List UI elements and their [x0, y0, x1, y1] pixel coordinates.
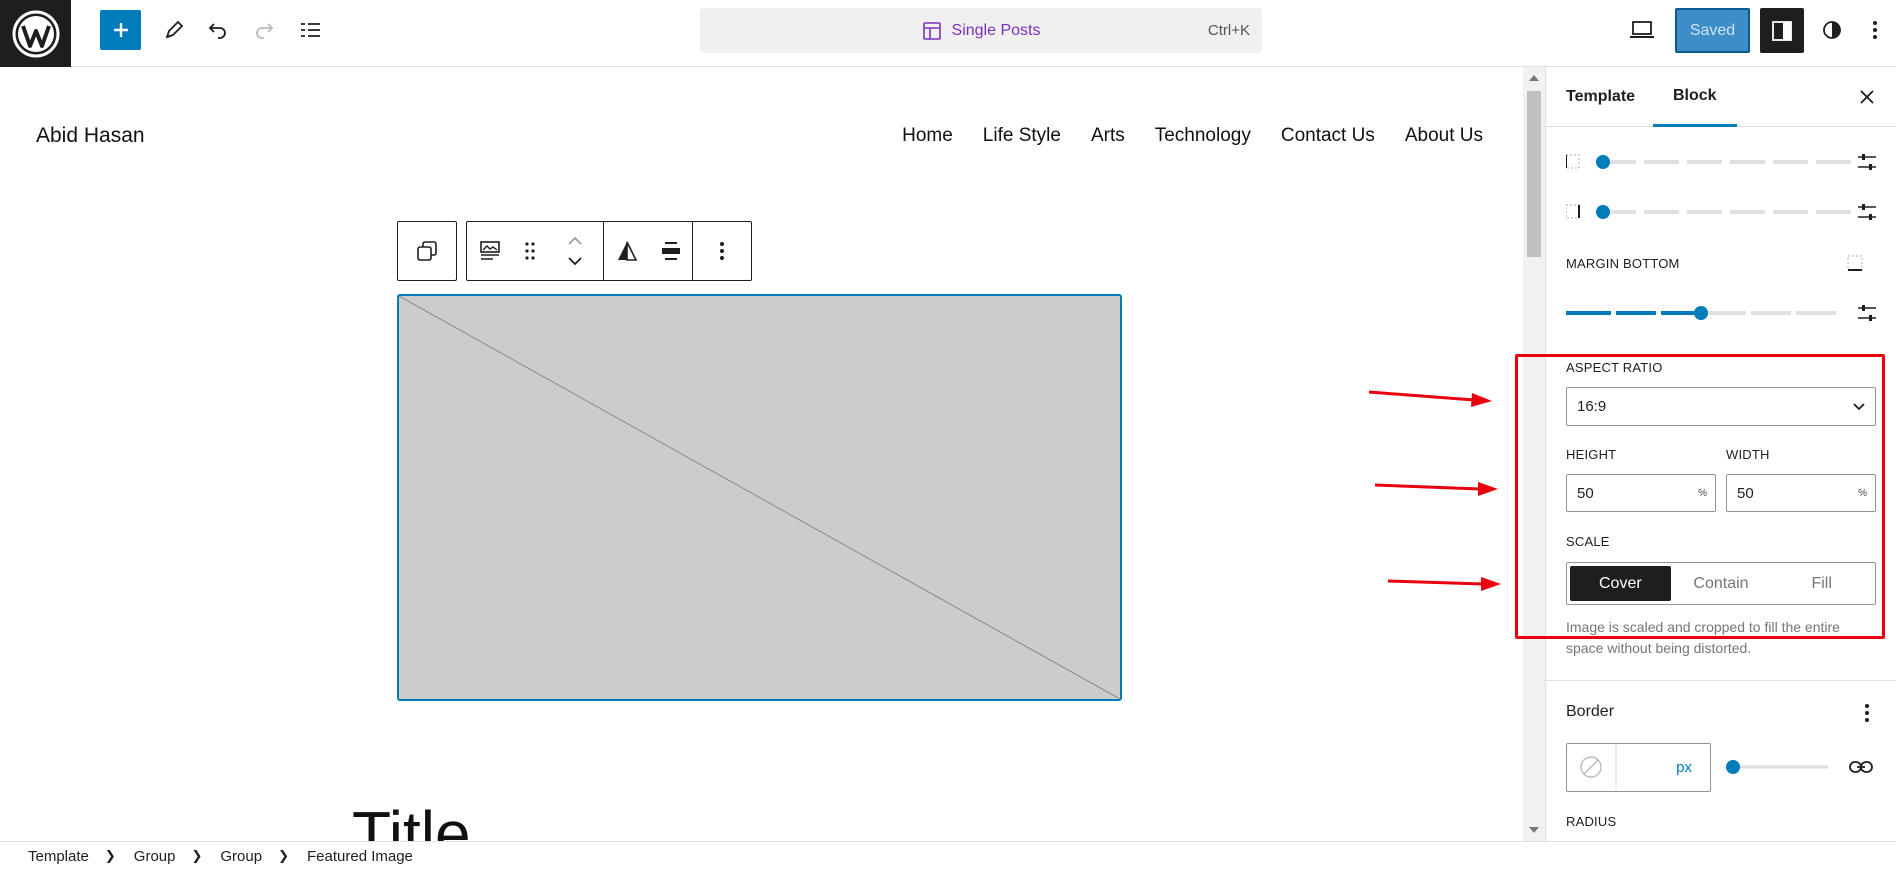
annotation-arrow-icon — [1368, 390, 1492, 407]
settings-toggle-button[interactable] — [1760, 8, 1804, 53]
height-input[interactable]: 50 % — [1566, 474, 1716, 512]
unlink-sides-icon[interactable] — [1846, 254, 1864, 272]
styles-contrast-icon[interactable] — [1812, 10, 1852, 50]
margin-bottom-slider[interactable] — [1566, 302, 1876, 324]
align-icon[interactable] — [650, 222, 692, 280]
height-value: 50 — [1577, 484, 1594, 502]
height-unit: % — [1698, 488, 1707, 499]
block-options-icon[interactable] — [693, 222, 751, 280]
scale-option-cover[interactable]: Cover — [1570, 566, 1671, 601]
margin-right-slider[interactable] — [1565, 201, 1876, 223]
aspect-ratio-value: 16:9 — [1577, 398, 1607, 415]
border-width-input[interactable]: px — [1566, 743, 1711, 792]
document-overview-icon[interactable] — [290, 10, 330, 50]
border-unit[interactable]: px — [1676, 759, 1692, 776]
margin-bottom-label: MARGIN BOTTOM — [1566, 256, 1680, 271]
width-value: 50 — [1737, 484, 1754, 502]
nav-item-about-us[interactable]: About Us — [1405, 125, 1483, 147]
scale-option-contain[interactable]: Contain — [1671, 566, 1772, 601]
command-title-text: Single Posts — [951, 21, 1041, 39]
tab-template[interactable]: Template — [1566, 67, 1635, 127]
height-label: HEIGHT — [1566, 447, 1617, 462]
saved-button[interactable]: Saved — [1675, 8, 1750, 53]
site-navigation: Home Life Style Arts Technology Contact … — [902, 125, 1483, 147]
sidebar-icon — [1772, 20, 1792, 41]
block-breadcrumb: Template ❯ Group ❯ Group ❯ Featured Imag… — [0, 841, 1896, 870]
pencil-tool-icon[interactable] — [154, 10, 194, 50]
breadcrumb-item-template[interactable]: Template — [28, 848, 89, 865]
add-block-button[interactable] — [100, 10, 141, 50]
drag-handle-icon[interactable] — [513, 222, 547, 280]
sidebar-tabs: Template Block — [1546, 67, 1896, 127]
chevron-right-icon: ❯ — [104, 848, 116, 863]
undo-icon[interactable] — [198, 10, 238, 50]
scroll-down-icon[interactable] — [1529, 827, 1539, 833]
post-title[interactable]: Title — [352, 797, 471, 841]
chevron-down-icon — [1853, 403, 1865, 411]
breadcrumb-item-group[interactable]: Group — [134, 848, 176, 865]
editor-canvas[interactable]: Abid Hasan Home Life Style Arts Technolo… — [0, 67, 1523, 841]
margin-left-slider[interactable] — [1565, 151, 1876, 173]
scroll-thumb[interactable] — [1527, 91, 1541, 257]
scroll-up-icon[interactable] — [1529, 75, 1539, 81]
editor-top-bar: Single Posts Ctrl+K Saved — [0, 0, 1896, 67]
more-options-icon[interactable] — [1860, 10, 1890, 50]
move-up-down-control[interactable] — [547, 222, 603, 280]
placeholder-diagonal — [399, 296, 1120, 699]
scale-label: SCALE — [1566, 534, 1610, 549]
chevron-up-icon[interactable] — [567, 236, 583, 246]
close-icon[interactable] — [1855, 85, 1879, 109]
chevron-right-icon: ❯ — [278, 848, 289, 863]
nav-item-home[interactable]: Home — [902, 125, 953, 147]
annotation-arrow-icon — [1387, 577, 1501, 591]
aspect-ratio-select[interactable]: 16:9 — [1566, 387, 1876, 426]
scale-option-fill[interactable]: Fill — [1771, 566, 1872, 601]
chevron-right-icon: ❯ — [191, 848, 203, 863]
width-unit: % — [1858, 488, 1867, 499]
wordpress-logo-icon[interactable] — [0, 0, 71, 67]
featured-image-block-icon[interactable] — [467, 222, 513, 280]
panel-divider — [1546, 680, 1896, 681]
nav-item-technology[interactable]: Technology — [1155, 125, 1251, 147]
select-parent-icon[interactable] — [398, 222, 456, 280]
aspect-ratio-label: ASPECT RATIO — [1566, 360, 1663, 375]
block-controls-group — [466, 221, 752, 281]
link-icon[interactable] — [1848, 755, 1874, 779]
duotone-filter-icon[interactable] — [604, 222, 650, 280]
device-preview-icon[interactable] — [1622, 10, 1662, 50]
chevron-down-icon[interactable] — [567, 256, 583, 266]
parent-block-group — [397, 221, 457, 281]
border-color-swatch-icon[interactable] — [1567, 744, 1617, 791]
template-icon — [922, 21, 941, 40]
nav-item-contact-us[interactable]: Contact Us — [1281, 125, 1375, 147]
breadcrumb-item-group-inner[interactable]: Group — [220, 848, 262, 865]
border-width-slider[interactable] — [1726, 755, 1831, 779]
radius-label: RADIUS — [1566, 814, 1617, 829]
tab-block[interactable]: Block — [1653, 67, 1737, 127]
width-label: WIDTH — [1726, 447, 1770, 462]
block-toolbar — [397, 221, 752, 281]
featured-image-placeholder[interactable] — [397, 294, 1122, 701]
scale-toggle-group: Cover Contain Fill — [1566, 562, 1876, 605]
command-title: Single Posts — [922, 21, 1041, 41]
command-palette-bar[interactable]: Single Posts Ctrl+K — [700, 8, 1262, 53]
annotation-arrow-icon — [1374, 482, 1498, 496]
canvas-scrollbar[interactable] — [1523, 67, 1545, 841]
site-title[interactable]: Abid Hasan — [36, 124, 145, 148]
width-input[interactable]: 50 % — [1726, 474, 1876, 512]
nav-item-arts[interactable]: Arts — [1091, 125, 1125, 147]
command-shortcut: Ctrl+K — [1207, 22, 1250, 39]
scale-help-text: Image is scaled and cropped to fill the … — [1566, 619, 1840, 656]
border-options-icon[interactable] — [1864, 703, 1870, 723]
settings-sidebar: Template Block MARGIN BOTTOM ASPECT RATI… — [1545, 67, 1896, 841]
breadcrumb-item-featured-image: Featured Image — [307, 847, 413, 865]
redo-icon[interactable] — [244, 10, 284, 50]
border-panel-title: Border — [1566, 703, 1615, 720]
nav-item-life-style[interactable]: Life Style — [983, 125, 1061, 147]
